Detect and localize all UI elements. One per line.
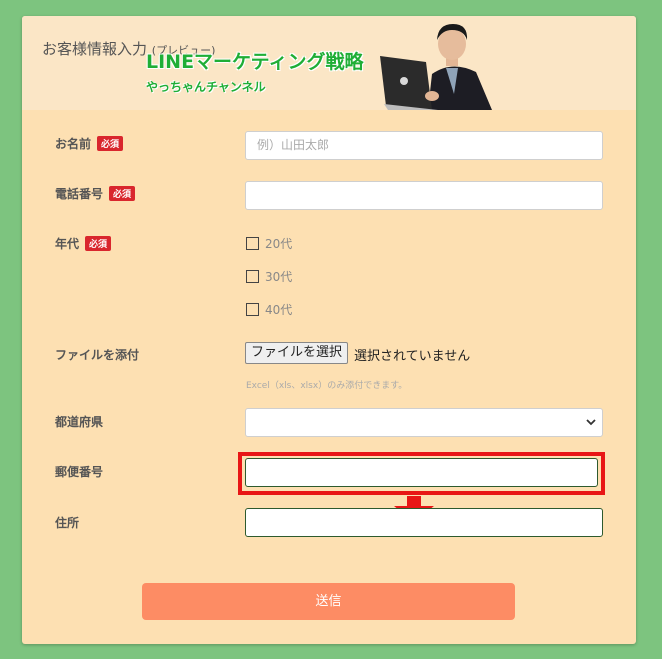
presenter-photo: [380, 16, 496, 110]
phone-input[interactable]: [245, 181, 603, 210]
age-option-label: 30代: [265, 270, 293, 284]
postal-highlight-box: [238, 452, 605, 495]
form-card: お客様情報入力 (プレビュー) LINEマーケティング戦略 やっちゃんチャンネル…: [22, 16, 636, 644]
age-label: 年代 必須: [55, 235, 112, 252]
age-option-40[interactable]: 40代: [246, 301, 292, 318]
prefecture-label: 都道府県: [55, 415, 104, 429]
postal-label: 郵便番号: [55, 465, 104, 479]
choose-file-button[interactable]: ファイルを選択: [245, 342, 349, 364]
address-input[interactable]: [245, 508, 603, 537]
chevron-down-icon: [586, 419, 596, 426]
age-option-label: 20代: [265, 237, 293, 251]
prefecture-select[interactable]: [245, 408, 603, 437]
age-option-20[interactable]: 20代: [246, 235, 292, 252]
phone-label-text: 電話番号: [55, 187, 104, 201]
age-label-text: 年代: [55, 237, 80, 251]
banner-main-text: LINEマーケティング戦略: [146, 51, 364, 73]
checkbox-30[interactable]: [246, 270, 259, 283]
file-label: ファイルを添付: [55, 348, 140, 362]
checkbox-20[interactable]: [246, 237, 259, 250]
required-badge: 必須: [97, 136, 124, 151]
age-option-30[interactable]: 30代: [246, 268, 292, 285]
required-badge: 必須: [109, 186, 136, 201]
file-status: 選択されていません: [354, 349, 471, 364]
submit-button[interactable]: 送信: [142, 583, 515, 620]
name-label-text: お名前: [55, 137, 92, 151]
form-title-text: お客様情報入力: [42, 40, 148, 58]
channel-banner: LINEマーケティング戦略 やっちゃんチャンネル: [146, 47, 364, 95]
address-label: 住所: [55, 516, 80, 530]
form-header: お客様情報入力 (プレビュー) LINEマーケティング戦略 やっちゃんチャンネル: [22, 16, 636, 110]
name-input[interactable]: 例）山田太郎: [245, 131, 603, 160]
name-label: お名前 必須: [55, 135, 124, 152]
file-note: Excel（xls、xlsx）のみ添付できます。: [246, 381, 408, 391]
age-option-label: 40代: [265, 303, 293, 317]
checkbox-40[interactable]: [246, 303, 259, 316]
required-badge: 必須: [85, 236, 112, 251]
banner-sub-text: やっちゃんチャンネル: [146, 80, 266, 94]
phone-label: 電話番号 必須: [55, 185, 136, 202]
